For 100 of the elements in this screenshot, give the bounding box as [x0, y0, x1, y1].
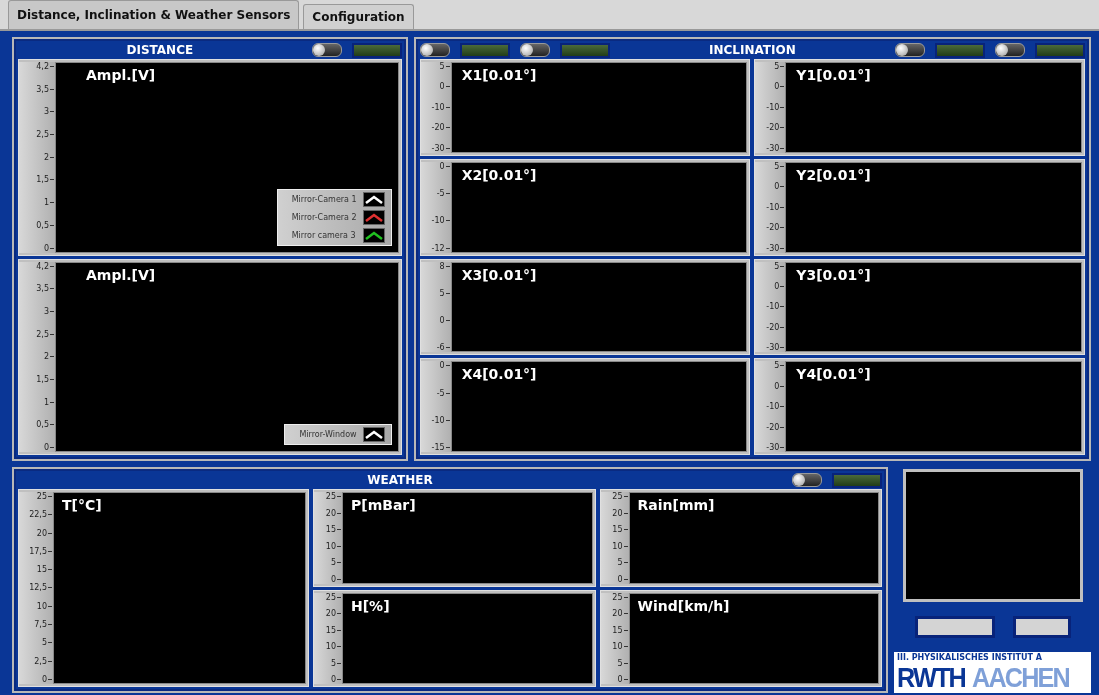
- axis-tick-label: 5: [330, 658, 342, 668]
- axis-tick-label: 1,5: [36, 175, 55, 185]
- indicator-field: [1012, 615, 1071, 638]
- toggle-switch[interactable]: [895, 43, 925, 57]
- axis-tick-label: 17,5: [29, 546, 53, 556]
- axis-tick-label: 0: [43, 443, 55, 452]
- axis-tick-label: 10: [612, 642, 629, 651]
- axis-tick-label: 7,5: [34, 620, 53, 630]
- axis-tick-label: 0: [43, 243, 55, 253]
- axis-tick-label: -10: [766, 202, 786, 212]
- axis-tick-label: 3,5: [36, 284, 55, 294]
- axis-tick-label: 5: [774, 62, 786, 71]
- axis-tick-label: -10: [431, 102, 451, 112]
- axis-tick-label: 12,5: [29, 583, 53, 593]
- axis-tick-label: 2: [43, 352, 55, 362]
- axis-tick-label: -30: [766, 443, 786, 452]
- axis-tick-label: -30: [431, 143, 451, 153]
- logo-text: AACHEN: [972, 661, 1070, 693]
- axis-tick-label: 10: [325, 642, 342, 651]
- axis-tick-label: 0: [774, 82, 786, 92]
- panel-title: DISTANCE: [126, 43, 194, 57]
- axis-tick-label: 0: [774, 281, 786, 291]
- axis-tick-label: 1: [43, 397, 55, 407]
- axis-tick-label: 25: [325, 592, 342, 602]
- toggle-switch[interactable]: [419, 43, 450, 57]
- axis-tick-label: 5: [774, 361, 786, 371]
- axis-tick-label: 5: [330, 558, 342, 567]
- axis-tick-label: -10: [766, 102, 786, 112]
- graph-title: X1[0.01°]: [461, 67, 537, 83]
- tab[interactable]: Distance, Inclination & Weather Sensors: [8, 0, 300, 29]
- axis-tick-label: 0: [439, 316, 451, 325]
- axis-tick-label: 20: [36, 528, 53, 538]
- axis-tick-label: 5: [439, 288, 451, 298]
- axis-tick-label: -15: [431, 443, 451, 452]
- axis-tick-label: 2,5: [34, 656, 53, 666]
- axis-tick-label: 8: [439, 261, 451, 271]
- axis-tick-label: 25: [36, 492, 53, 501]
- axis-tick-label: -20: [766, 123, 786, 133]
- logo-text: RWTH: [897, 661, 965, 693]
- axis-tick-label: -20: [766, 322, 786, 332]
- axis-tick-label: 0: [617, 574, 629, 584]
- axis-tick-label: 20: [612, 508, 629, 518]
- tab[interactable]: Configuration: [303, 4, 414, 29]
- toggle-switch[interactable]: [792, 473, 822, 487]
- axis-tick-label: 15: [325, 625, 342, 635]
- axis-tick-label: -30: [766, 343, 786, 353]
- axis-tick-label: -6: [436, 343, 451, 353]
- axis-tick-label: 2,5: [36, 130, 55, 140]
- graph-title: P[mBar]: [351, 497, 416, 513]
- axis-tick-label: 1,5: [36, 374, 55, 384]
- axis-tick-label: 10: [36, 601, 53, 611]
- axis-tick-label: 2,5: [36, 329, 55, 339]
- graph-title: H[%]: [351, 597, 390, 614]
- legend-label: Mirror-Camera 1: [291, 194, 357, 204]
- panel-title: WEATHER: [367, 473, 433, 487]
- axis-tick-label: -30: [766, 243, 786, 253]
- axis-tick-label: 0: [774, 182, 786, 192]
- graph-title: X2[0.01°]: [461, 166, 537, 183]
- axis-tick-label: 3: [43, 107, 55, 117]
- axis-tick-label: -20: [431, 123, 451, 133]
- axis-tick-label: -20: [766, 422, 786, 432]
- legend-label: Mirror-Camera 2: [291, 212, 357, 222]
- legend-label: Mirror camera 3: [291, 230, 356, 240]
- graph-title: Ampl.[V]: [86, 266, 156, 283]
- axis-tick-label: 4,2: [36, 62, 55, 71]
- graph-title: Ampl.[V]: [86, 67, 156, 83]
- axis-tick-label: 10: [612, 541, 629, 551]
- axis-tick-label: 20: [325, 609, 342, 618]
- axis-tick-label: 0: [439, 82, 451, 92]
- axis-tick-label: -10: [766, 402, 786, 412]
- toggle-switch[interactable]: [995, 43, 1025, 57]
- axis-tick-label: -20: [766, 223, 786, 233]
- graph-title: T[°C]: [62, 497, 102, 513]
- axis-tick-label: 5: [774, 161, 786, 171]
- axis-tick-label: 10: [325, 541, 342, 551]
- axis-tick-label: 0: [330, 675, 342, 684]
- axis-tick-label: 22,5: [29, 510, 53, 520]
- axis-tick-label: 15: [36, 565, 53, 575]
- axis-tick-label: 25: [612, 492, 629, 501]
- axis-tick-label: 5: [617, 658, 629, 668]
- axis-tick-label: 0,5: [36, 420, 55, 430]
- axis-tick-label: -12: [431, 243, 451, 253]
- axis-tick-label: -5: [436, 189, 451, 198]
- axis-tick-label: -10: [431, 216, 451, 226]
- axis-tick-label: -10: [431, 415, 451, 425]
- graph-title: Wind[km/h]: [637, 597, 730, 614]
- toggle-switch[interactable]: [311, 43, 342, 57]
- axis-tick-label: 0: [439, 361, 451, 371]
- axis-tick-label: 3: [43, 306, 55, 316]
- axis-tick-label: 5: [439, 62, 451, 71]
- axis-tick-label: 20: [325, 508, 342, 518]
- toggle-switch[interactable]: [519, 43, 550, 57]
- graph-title: Y3[0.01°]: [796, 266, 871, 283]
- graph-title: Y1[0.01°]: [796, 67, 871, 83]
- axis-tick-label: 1: [43, 198, 55, 208]
- graph-title: Y2[0.01°]: [796, 166, 871, 183]
- axis-tick-label: 5: [617, 558, 629, 567]
- axis-tick-label: 0: [617, 675, 629, 684]
- axis-tick-label: -30: [766, 143, 786, 153]
- axis-tick-label: 2: [43, 152, 55, 162]
